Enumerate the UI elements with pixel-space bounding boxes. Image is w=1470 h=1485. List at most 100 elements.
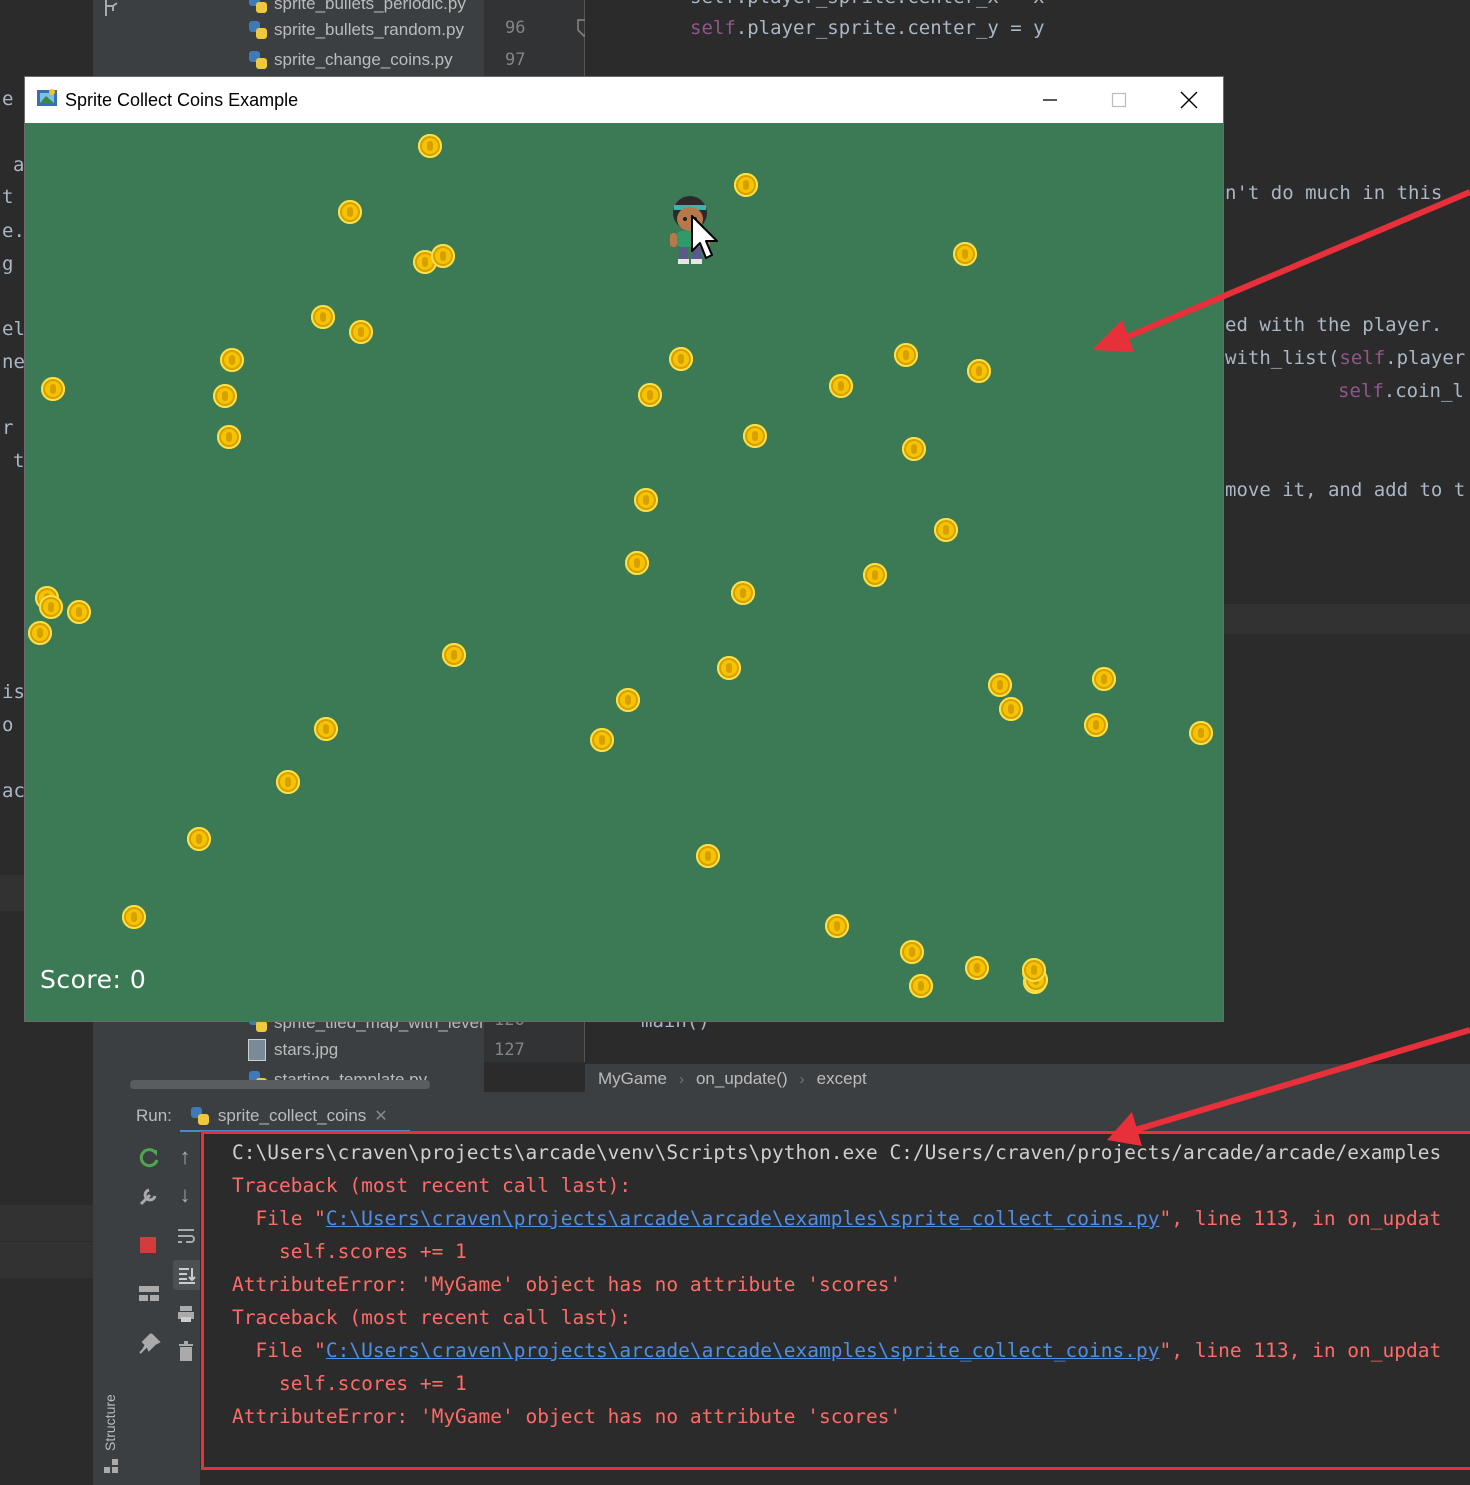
coin-sprite xyxy=(902,437,926,461)
highlight-band xyxy=(0,1242,93,1278)
wrench-icon[interactable] xyxy=(137,1184,161,1208)
window-title: Sprite Collect Coins Example xyxy=(65,90,299,110)
coin-sprite xyxy=(418,134,442,158)
coin-sprite xyxy=(669,347,693,371)
code-fragment: r xyxy=(2,417,14,439)
chevron-right-icon: › xyxy=(799,1070,805,1088)
arrow-down-icon[interactable]: ↓ xyxy=(170,1182,200,1208)
pin-icon[interactable] xyxy=(137,1332,161,1356)
coin-sprite xyxy=(442,643,466,667)
game-window[interactable]: Sprite Collect Coins Example Score: 0 xyxy=(24,76,1224,1022)
coin-sprite xyxy=(825,914,849,938)
line-number: 127 xyxy=(494,1040,525,1060)
scroll-to-end-toggle[interactable] xyxy=(173,1260,201,1290)
trash-icon[interactable] xyxy=(176,1340,196,1362)
scroll-to-end-icon xyxy=(179,1268,196,1284)
close-icon[interactable]: ✕ xyxy=(374,1106,387,1126)
layout-icon[interactable] xyxy=(137,1282,161,1306)
coin-sprite xyxy=(187,827,211,851)
highlight-band xyxy=(0,1205,93,1241)
code-fragment: o xyxy=(2,714,14,736)
tree-file[interactable]: sprite_bullets_random.py xyxy=(248,17,464,43)
coin-sprite xyxy=(1189,721,1213,745)
tree-scrollbar[interactable] xyxy=(130,1080,430,1089)
rerun-icon[interactable] xyxy=(137,1146,161,1170)
code-fragment: ac xyxy=(2,780,25,802)
code-fragment: e. xyxy=(2,220,25,242)
run-tab[interactable]: sprite_collect_coins ✕ xyxy=(190,1106,388,1126)
structure-tool-button[interactable]: Structure xyxy=(98,1385,124,1455)
code-line: self.player_sprite.center_x = x xyxy=(690,0,1045,8)
run-tab-label: sprite_collect_coins xyxy=(217,1106,367,1125)
window-titlebar[interactable]: Sprite Collect Coins Example xyxy=(25,77,1223,123)
coin-sprite xyxy=(863,563,887,587)
file-name: sprite_change_coins.py xyxy=(274,50,453,69)
structure-label: Structure xyxy=(102,1394,118,1451)
run-label: Run: xyxy=(136,1106,172,1125)
console-toolbar: ↑ ↓ xyxy=(170,1132,201,1485)
console-line: Traceback (most recent call last): xyxy=(232,1306,632,1329)
maximize-icon xyxy=(1111,92,1127,108)
coin-sprite xyxy=(900,940,924,964)
coin-sprite xyxy=(41,377,65,401)
coin-sprite xyxy=(988,673,1012,697)
console-line: C:\Users\craven\projects\arcade\venv\Scr… xyxy=(232,1141,1442,1164)
breadcrumb: MyGame › on_update() › except xyxy=(585,1064,1470,1094)
coin-sprite xyxy=(829,374,853,398)
minimize-button[interactable] xyxy=(1015,77,1085,123)
code-fragment: a xyxy=(13,154,25,176)
coin-sprite xyxy=(28,621,52,645)
coin-sprite xyxy=(220,348,244,372)
coin-sprite xyxy=(431,244,455,268)
tree-file[interactable]: stars.jpg xyxy=(248,1037,338,1063)
coin-sprite xyxy=(213,384,237,408)
coin-sprite xyxy=(349,320,373,344)
coin-sprite xyxy=(731,581,755,605)
code-fragment: t xyxy=(2,186,14,208)
maximize-button[interactable] xyxy=(1084,77,1154,123)
print-icon[interactable] xyxy=(176,1304,196,1324)
tree-file[interactable]: sprite_change_coins.py xyxy=(248,47,453,73)
code-line: self.coin_l xyxy=(1338,380,1464,402)
breadcrumb-item[interactable]: on_update() xyxy=(696,1069,788,1089)
stop-icon[interactable] xyxy=(140,1237,156,1253)
coin-sprite xyxy=(276,770,300,794)
close-button[interactable] xyxy=(1154,77,1224,123)
chevron-right-icon: › xyxy=(678,1070,684,1088)
python-file-icon xyxy=(248,50,268,70)
traceback-prefix: File " xyxy=(232,1339,326,1362)
traceback-file-link[interactable]: C:\Users\craven\projects\arcade\arcade\e… xyxy=(326,1339,1160,1362)
code-fragment: t xyxy=(13,450,25,472)
soft-wrap-icon[interactable] xyxy=(176,1226,196,1246)
code-fragment: e xyxy=(2,88,14,110)
coin-sprite xyxy=(743,424,767,448)
structure-icon[interactable] xyxy=(103,1458,119,1474)
bookmark-icon[interactable] xyxy=(103,0,121,18)
game-canvas[interactable]: Score: 0 xyxy=(25,123,1223,1021)
python-file-icon xyxy=(248,20,268,40)
coin-sprite xyxy=(894,343,918,367)
coin-sprite xyxy=(909,974,933,998)
console-line: Traceback (most recent call last): xyxy=(232,1174,632,1197)
console-line: File "C:\Users\craven\projects\arcade\ar… xyxy=(232,1207,1441,1230)
close-icon xyxy=(1180,91,1198,109)
code-fragment: el xyxy=(2,318,25,340)
traceback-file-link[interactable]: C:\Users\craven\projects\arcade\arcade\e… xyxy=(326,1207,1160,1230)
file-name: sprite_bullets_random.py xyxy=(274,20,464,39)
file-name: sprite_bullets_periodic.py xyxy=(274,0,466,13)
breadcrumb-item[interactable]: MyGame xyxy=(598,1069,667,1089)
coin-sprite xyxy=(67,600,91,624)
coin-sprite xyxy=(953,242,977,266)
coin-sprite xyxy=(638,383,662,407)
coin-sprite xyxy=(734,173,758,197)
breadcrumb-item[interactable]: except xyxy=(817,1069,867,1089)
run-panel-header: Run: sprite_collect_coins ✕ xyxy=(128,1100,1470,1132)
panel-divider xyxy=(128,1092,1470,1100)
arrow-up-icon[interactable]: ↑ xyxy=(170,1144,200,1170)
code-line: n't do much in this xyxy=(1225,182,1443,204)
code-fragment: g xyxy=(2,253,14,275)
coin-sprite xyxy=(634,488,658,512)
console-line: AttributeError: 'MyGame' object has no a… xyxy=(232,1405,902,1428)
console-line: File "C:\Users\craven\projects\arcade\ar… xyxy=(232,1339,1441,1362)
tree-file[interactable]: sprite_bullets_periodic.py xyxy=(248,0,466,17)
